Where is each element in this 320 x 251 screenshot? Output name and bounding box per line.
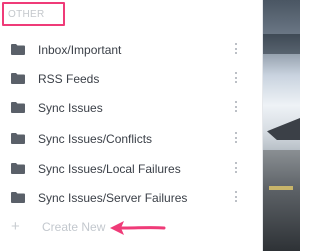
folder-item-sync-issues[interactable]: Sync Issues bbox=[0, 93, 252, 123]
folder-item-sync-issues-server-failures[interactable]: Sync Issues/Server Failures bbox=[0, 183, 252, 213]
more-vertical-icon[interactable] bbox=[232, 43, 240, 56]
more-vertical-icon[interactable] bbox=[232, 72, 240, 85]
folder-label: RSS Feeds bbox=[38, 72, 100, 86]
folder-label: Sync Issues/Local Failures bbox=[38, 162, 181, 176]
folder-item-inbox-important[interactable]: Inbox/Important bbox=[0, 35, 252, 65]
folder-item-rss-feeds[interactable]: RSS Feeds bbox=[0, 64, 252, 94]
background-photo bbox=[263, 0, 300, 251]
folder-label: Inbox/Important bbox=[38, 43, 122, 57]
folder-item-sync-issues-local-failures[interactable]: Sync Issues/Local Failures bbox=[0, 154, 252, 184]
folder-item-sync-issues-conflicts[interactable]: Sync Issues/Conflicts bbox=[0, 124, 252, 154]
folder-icon bbox=[11, 133, 25, 144]
more-vertical-icon[interactable] bbox=[232, 191, 240, 204]
folder-icon bbox=[11, 163, 25, 174]
folder-label: Sync Issues/Conflicts bbox=[38, 132, 153, 146]
more-vertical-icon[interactable] bbox=[232, 162, 240, 175]
section-title: OTHER bbox=[8, 9, 45, 20]
more-vertical-icon[interactable] bbox=[232, 132, 240, 145]
more-vertical-icon[interactable] bbox=[232, 101, 240, 114]
folder-label: Sync Issues bbox=[38, 101, 103, 115]
folder-icon bbox=[11, 192, 25, 203]
annotation-arrow-icon bbox=[110, 221, 166, 235]
plus-icon: + bbox=[11, 218, 20, 235]
folder-label: Sync Issues/Server Failures bbox=[38, 191, 188, 205]
folder-icon bbox=[11, 102, 25, 113]
create-new-label: Create New bbox=[42, 220, 106, 234]
folder-icon bbox=[11, 73, 25, 84]
folder-icon bbox=[11, 44, 25, 55]
folder-panel: OTHER Inbox/Important RSS Feeds Sync Iss… bbox=[0, 0, 262, 251]
